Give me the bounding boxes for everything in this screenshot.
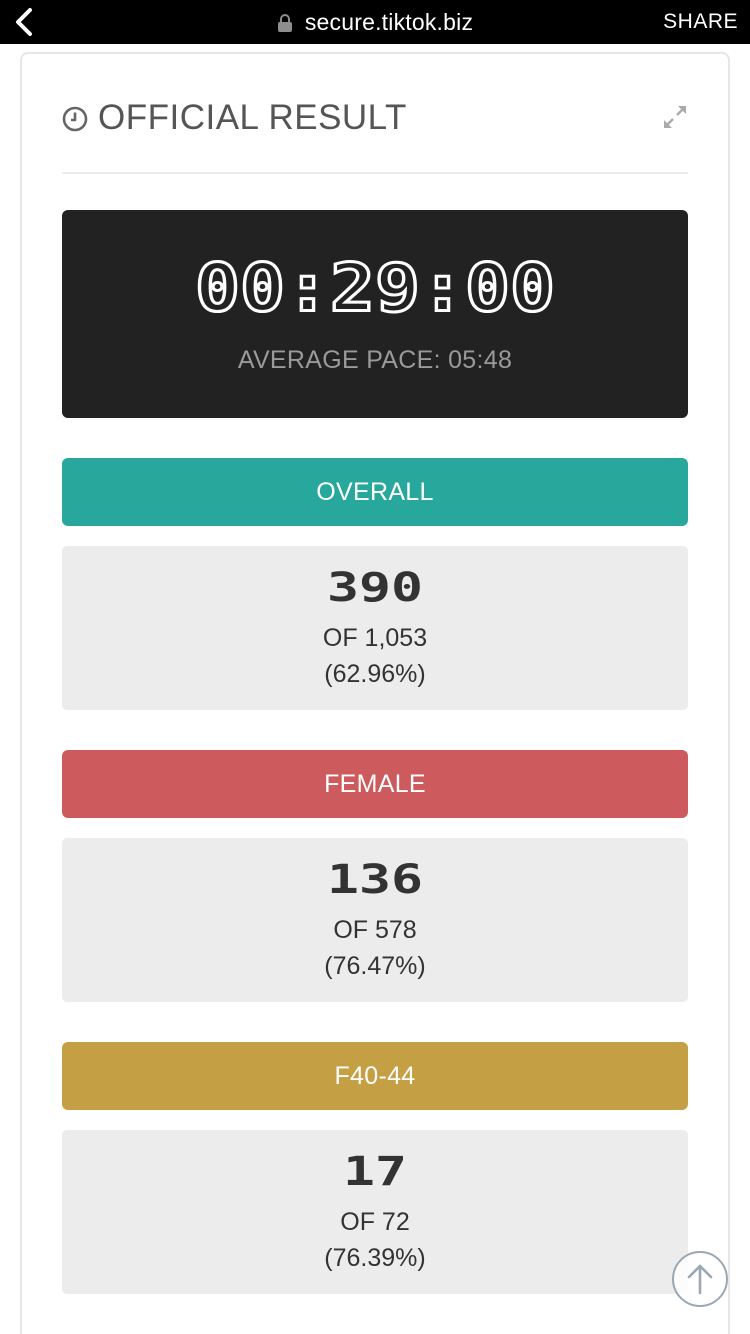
finish-time-digits: 00:29:00: [194, 258, 557, 318]
female-rank-panel: 136 OF 578 (76.47%): [62, 838, 688, 1002]
overall-rank-total: OF 1,053: [322, 624, 428, 652]
svg-text:00:29:00: 00:29:00: [195, 258, 555, 318]
expand-icon[interactable]: [662, 104, 688, 130]
clock-icon: [62, 106, 88, 132]
svg-text:390: 390: [327, 569, 423, 607]
page-title: OFFICIAL RESULT: [98, 98, 407, 137]
share-button[interactable]: SHARE: [663, 0, 738, 44]
finish-time-panel: 00:29:00 AVERAGE PACE: 05:48: [62, 210, 688, 418]
age-group-rank-total: OF 72: [340, 1208, 410, 1236]
female-rank-header: FEMALE: [62, 750, 688, 818]
divider: [62, 172, 688, 174]
overall-rank-percent: (62.96%): [324, 660, 426, 688]
age-group-rank-percent: (76.39%): [324, 1244, 426, 1272]
age-group-rank-header: F40-44: [62, 1042, 688, 1110]
result-header: OFFICIAL RESULT: [60, 96, 688, 144]
browser-top-bar: secure.tiktok.biz SHARE: [0, 0, 750, 44]
overall-rank-panel: 390 OF 1,053 (62.96%): [62, 546, 688, 710]
lock-icon: [277, 14, 292, 32]
arrow-up-circle-icon: [687, 1264, 713, 1295]
scroll-to-top-button[interactable]: [672, 1251, 728, 1307]
female-rank-value: 136: [62, 856, 688, 904]
overall-rank-value: 390: [62, 564, 688, 612]
average-pace: AVERAGE PACE: 05:48: [237, 346, 513, 374]
overall-rank-header: OVERALL: [62, 458, 688, 526]
age-group-rank-digits: 17: [343, 1153, 407, 1191]
female-rank-digits: 136: [327, 861, 423, 899]
svg-text:17: 17: [343, 1153, 407, 1191]
age-group-rank-panel: 17 OF 72 (76.39%): [62, 1130, 688, 1294]
age-group-rank-value: 17: [62, 1148, 688, 1196]
overall-rank-digits: 390: [327, 569, 423, 607]
svg-text:136: 136: [327, 861, 423, 899]
finish-time: 00:29:00: [62, 248, 688, 328]
female-rank-percent: (76.47%): [324, 952, 426, 980]
address-bar[interactable]: secure.tiktok.biz: [0, 0, 750, 44]
female-rank-total: OF 578: [333, 916, 417, 944]
url-text: secure.tiktok.biz: [304, 8, 474, 35]
